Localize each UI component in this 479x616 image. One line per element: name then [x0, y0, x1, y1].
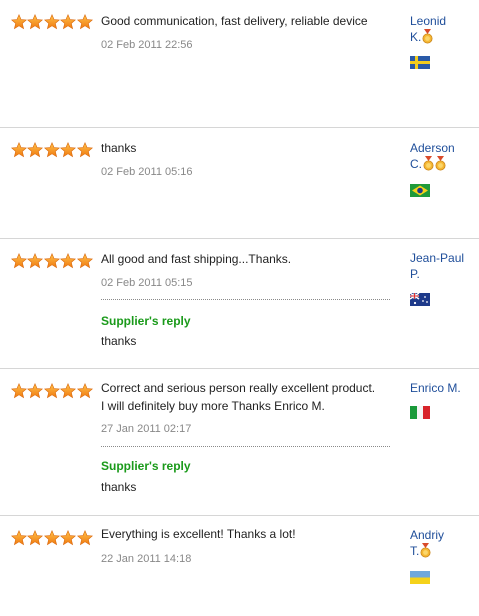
star-icon: [27, 253, 43, 269]
review-comment-line: Correct and serious person really excell…: [101, 381, 376, 395]
star-icon: [27, 142, 43, 158]
star-icon: [77, 253, 93, 269]
buyer-name-link[interactable]: Aderson C.: [410, 140, 476, 172]
buyer-name-first[interactable]: Andriy: [410, 527, 476, 543]
review-item: All good and fast shipping...Thanks. 02 …: [0, 239, 479, 369]
review-comment: Correct and serious person really excell…: [101, 379, 391, 415]
star-icon: [77, 142, 93, 158]
buyer-name-first[interactable]: Jean-Paul: [410, 250, 476, 266]
star-icon: [77, 383, 93, 399]
star-icon: [11, 142, 27, 158]
buyer-name-first[interactable]: Aderson: [410, 140, 476, 156]
reply-divider: [101, 299, 390, 300]
star-icon: [11, 253, 27, 269]
medal-icon: [423, 156, 434, 171]
supplier-reply-label: Supplier's reply: [101, 314, 191, 328]
star-icon: [60, 530, 76, 546]
star-icon: [11, 14, 27, 30]
medal-icon: [420, 543, 431, 558]
review-comment: All good and fast shipping...Thanks.: [101, 252, 292, 266]
star-icon: [60, 14, 76, 30]
supplier-reply-text: thanks: [101, 334, 137, 348]
review-comment: thanks: [101, 141, 137, 155]
rating-stars: [11, 530, 93, 546]
supplier-reply-label: Supplier's reply: [101, 459, 191, 473]
buyer-name-link[interactable]: Enrico M.: [410, 380, 476, 396]
star-icon: [60, 253, 76, 269]
star-icon: [60, 383, 76, 399]
star-icon: [44, 14, 60, 30]
star-icon: [44, 383, 60, 399]
buyer-name-link[interactable]: Andriy T.: [410, 527, 476, 559]
italy-flag-icon: [410, 406, 430, 419]
rating-stars: [11, 14, 93, 30]
review-item: Good communication, fast delivery, relia…: [0, 0, 479, 128]
review-date: 02 Feb 2011 05:16: [101, 166, 193, 178]
review-comment: Everything is excellent! Thanks a lot!: [101, 527, 296, 541]
rating-stars: [11, 253, 93, 269]
review-date: 27 Jan 2011 02:17: [101, 423, 192, 435]
review-date: 02 Feb 2011 22:56: [101, 39, 193, 51]
review-item: thanks 02 Feb 2011 05:16 Aderson C.: [0, 128, 479, 239]
sweden-flag-icon: [410, 56, 430, 69]
buyer-name-first[interactable]: Enrico M.: [410, 380, 476, 396]
review-date: 22 Jan 2011 14:18: [101, 553, 192, 565]
supplier-reply-text: thanks: [101, 480, 137, 494]
star-icon: [77, 14, 93, 30]
review-comment-line: I will definitely buy more Thanks Enrico…: [101, 399, 325, 413]
brazil-flag-icon: [410, 184, 430, 197]
rating-stars: [11, 383, 93, 399]
reply-divider: [101, 446, 390, 447]
medal-icon: [422, 29, 433, 44]
buyer-name-initial[interactable]: K.: [410, 30, 421, 44]
buyer-name-link[interactable]: Leonid K.: [410, 13, 476, 45]
star-icon: [27, 530, 43, 546]
buyer-name-initial[interactable]: P.: [410, 266, 476, 282]
buyer-name-initial[interactable]: T.: [410, 544, 419, 558]
star-icon: [11, 383, 27, 399]
star-icon: [77, 530, 93, 546]
australia-flag-icon: [410, 293, 430, 306]
review-item: Everything is excellent! Thanks a lot! 2…: [0, 516, 479, 616]
review-item: Correct and serious person really excell…: [0, 369, 479, 516]
ukraine-flag-icon: [410, 571, 430, 584]
review-date: 02 Feb 2011 05:15: [101, 277, 193, 289]
star-icon: [27, 14, 43, 30]
buyer-name-link[interactable]: Jean-Paul P.: [410, 250, 476, 282]
rating-stars: [11, 142, 93, 158]
star-icon: [44, 530, 60, 546]
buyer-name-initial[interactable]: C.: [410, 157, 422, 171]
star-icon: [44, 253, 60, 269]
medal-icon: [435, 156, 446, 171]
star-icon: [11, 530, 27, 546]
review-comment: Good communication, fast delivery, relia…: [101, 14, 368, 28]
buyer-name-first[interactable]: Leonid: [410, 13, 476, 29]
star-icon: [44, 142, 60, 158]
star-icon: [27, 383, 43, 399]
star-icon: [60, 142, 76, 158]
